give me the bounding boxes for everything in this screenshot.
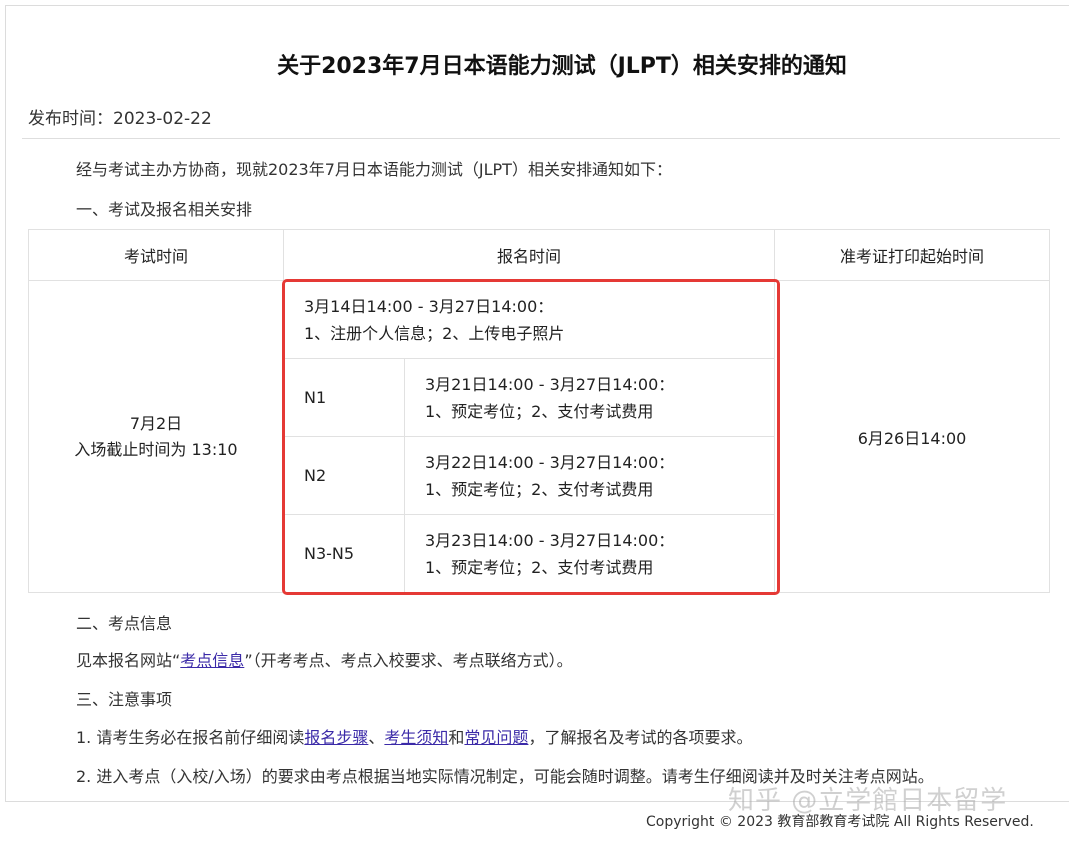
section3-heading: 三、注意事项	[76, 690, 173, 709]
general-registration-window: 3月14日14:00 - 3月27日14:00：	[304, 296, 554, 316]
header-registration-time: 报名时间	[282, 229, 776, 281]
level-window-cell: 3月22日14:00 - 3月27日14:00： 1、预定考位；2、支付考试费用	[403, 436, 776, 515]
exam-site-info-link[interactable]: 考点信息	[180, 651, 244, 670]
level-tasks: 1、预定考位；2、支付考试费用	[425, 479, 654, 499]
level-cell: N2	[283, 436, 405, 515]
section2-text-before: 见本报名网站“	[76, 651, 181, 670]
faq-link[interactable]: 常见问题	[464, 728, 528, 747]
level-tasks: 1、预定考位；2、支付考试费用	[425, 401, 654, 421]
item1-suffix: ，了解报名及考试的各项要求。	[528, 728, 753, 747]
item1-separator: 和	[448, 728, 465, 747]
copyright: Copyright © 2023 教育部教育考试院 All Rights Res…	[646, 814, 1034, 830]
level-window: 3月23日14:00 - 3月27日14:00：	[425, 530, 675, 550]
table-row: 7月2日 入场截止时间为 13:10 3月14日14:00 - 3月27日14:…	[28, 280, 1051, 593]
publish-time: 发布时间：2023-02-22	[28, 109, 212, 129]
print-start-time: 6月26日14:00	[857, 428, 967, 448]
item1-separator: 、	[368, 728, 385, 747]
section2-text: 见本报名网站“考点信息”（开考考点、考点入校要求、考点联络方式）。	[76, 647, 573, 671]
print-start-cell: 6月26日14:00	[774, 280, 1051, 593]
level-window-cell: 3月23日14:00 - 3月27日14:00： 1、预定考位；2、支付考试费用	[403, 514, 776, 593]
header-admission-print-time: 准考证打印起始时间	[774, 229, 1051, 281]
section1-heading: 一、考试及报名相关安排	[76, 200, 253, 219]
page-title: 关于2023年7月日本语能力测试（JLPT）相关安排的通知	[277, 54, 847, 79]
schedule-table: 考试时间 报名时间 准考证打印起始时间 7月2日 入场截止时间为 13:10 3…	[28, 229, 1051, 593]
level-window: 3月21日14:00 - 3月27日14:00：	[425, 374, 675, 394]
table-header-row: 考试时间 报名时间 准考证打印起始时间	[28, 229, 1051, 281]
exam-date: 7月2日	[129, 413, 183, 433]
section2-text-after: ”（开考考点、考点入校要求、考点联络方式）。	[244, 651, 573, 670]
level-window: 3月22日14:00 - 3月27日14:00：	[425, 452, 675, 472]
notice-item-1: 1. 请考生务必在报名前仔细阅读报名步骤、考生须知和常见问题，了解报名及考试的各…	[76, 724, 752, 748]
general-registration-cell: 3月14日14:00 - 3月27日14:00： 1、注册个人信息；2、上传电子…	[282, 280, 776, 359]
item1-prefix: 1. 请考生务必在报名前仔细阅读	[76, 728, 305, 747]
section2-heading: 二、考点信息	[76, 614, 173, 633]
level-cell: N1	[283, 358, 405, 437]
registration-steps-link[interactable]: 报名步骤	[304, 728, 368, 747]
divider	[22, 138, 1060, 139]
intro-paragraph: 经与考试主办方协商，现就2023年7月日本语能力测试（JLPT）相关安排通知如下…	[76, 160, 672, 179]
header-exam-time: 考试时间	[28, 229, 284, 281]
exam-cutoff: 入场截止时间为 13:10	[74, 439, 238, 459]
level-window-cell: 3月21日14:00 - 3月27日14:00： 1、预定考位；2、支付考试费用	[403, 358, 776, 437]
candidate-notice-link[interactable]: 考生须知	[384, 728, 448, 747]
general-registration-tasks: 1、注册个人信息；2、上传电子照片	[304, 323, 565, 343]
exam-date-cell: 7月2日 入场截止时间为 13:10	[28, 280, 284, 593]
level-tasks: 1、预定考位；2、支付考试费用	[425, 557, 654, 577]
level-cell: N3-N5	[283, 514, 405, 593]
